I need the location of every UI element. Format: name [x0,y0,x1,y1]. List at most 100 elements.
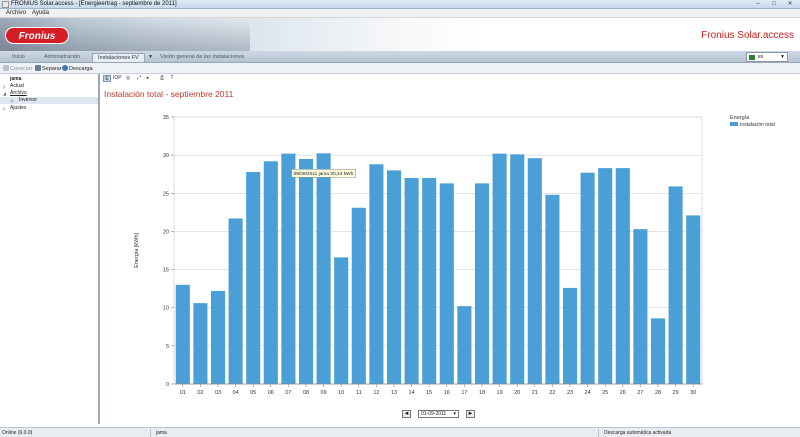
y-tick-label: 25 [163,191,169,197]
bar-05 [246,171,261,384]
minimize-button[interactable]: – [750,0,766,8]
chevron-down-icon: ▼ [452,411,457,416]
next-month-button[interactable]: ► [466,410,475,418]
bar-18 [474,183,490,384]
x-tick-label: 22 [549,390,555,396]
tab-vision-general[interactable]: Visión general de las instalaciones [160,53,244,62]
tab-instalaciones-fv[interactable]: Instalaciones FV [92,53,145,62]
bar-29 [668,186,683,384]
legend-label: Instalación total [740,122,775,128]
previous-month-button[interactable]: ◄ [402,410,411,418]
menu-bar: Archivo Ayuda [0,9,800,18]
bar-30 [686,215,701,384]
x-tick-label: 24 [585,390,591,396]
x-tick-label: 16 [444,390,450,396]
x-tick-label: 11 [356,390,362,396]
header-banner: Fronius Fronius Solar.access [0,18,800,51]
bar-01 [175,284,190,384]
bar-15 [422,178,437,384]
bar-09 [316,153,331,384]
x-tick-label: 25 [602,390,608,396]
tab-administracion[interactable]: Administración [44,53,80,62]
close-button[interactable]: ✕ [782,0,798,8]
x-tick-label: 07 [285,390,291,396]
expand-arrow-icon[interactable]: ▷ [3,105,6,112]
x-tick-label: 17 [461,390,467,396]
menu-ayuda[interactable]: Ayuda [32,10,49,16]
brand-title: Fronius Solar.access [701,30,794,41]
x-tick-label: 23 [567,390,573,396]
window-title: FRONIUS Solar.access - [Energieertrag - … [11,1,177,7]
language-select[interactable]: es ▼ [746,52,788,62]
x-tick-label: 06 [268,390,274,396]
toolbar: Conectar Separar Descarga [0,63,800,74]
bar-17 [457,306,472,384]
bar-20 [510,154,525,384]
x-tick-label: 15 [426,390,432,396]
legend-title: Energía [730,115,750,121]
status-system: jama [156,430,167,436]
tab-inicio[interactable]: Inicio [12,53,25,62]
y-tick-label: 30 [163,153,169,159]
bar-tooltip-text: 09/09/2011 jama 30,24 kWh [294,171,354,177]
maximize-button[interactable]: □ [766,0,782,8]
collapse-arrow-icon[interactable]: ◢ [3,90,6,97]
tab-dropdown-icon[interactable]: ▼ [148,54,153,60]
connect-button[interactable]: Conectar [3,65,32,72]
x-tick-label: 26 [620,390,626,396]
bar-26 [615,168,630,384]
energy-bar-chart: 05101520253035Energía [kWh]01 02 03 04 05 06 0… [134,115,775,396]
status-bar: Online (6.0.0) jama Descarga automática … [0,427,800,437]
separate-label: Separar [42,66,62,72]
flag-icon [749,55,755,60]
tree-item-inversor[interactable]: ▷ Inversor [0,97,98,104]
tree-item-label: Ajustes [10,105,27,111]
bar-02 [193,303,208,384]
x-tick-label: 02 [197,390,203,396]
tree-item-actual[interactable]: ▷ Actual [0,83,98,90]
download-label: Descarga [69,66,93,72]
tree-item-label: Archivo [10,90,27,96]
tree-item-label: jama [10,76,22,82]
bar-27 [633,229,648,384]
y-tick-label: 0 [166,382,169,388]
status-divider [598,429,599,437]
bar-08 [298,158,314,384]
x-tick-label: 20 [514,390,520,396]
tree-item-ajustes[interactable]: ▷ Ajustes [0,105,98,112]
expand-arrow-icon[interactable]: ▷ [3,83,6,90]
separate-button[interactable]: Separar [35,65,62,72]
x-tick-label: 12 [373,390,379,396]
bar-12 [369,164,384,384]
date-picker[interactable]: 01-09-2011 ▼ [418,410,459,418]
status-connection: Online (6.0.0) [2,430,33,436]
download-icon [62,65,68,71]
tree-item-jama[interactable]: jama [0,76,98,83]
bar-10 [334,257,349,384]
bar-07 [281,153,296,384]
x-tick-label: 01 [180,390,186,396]
y-axis-label: Energía [kWh] [134,233,140,268]
tree-item-archivo[interactable]: ◢ Archivo [0,90,98,97]
chevron-down-icon: ▼ [780,54,785,60]
language-code: es [758,54,764,60]
x-tick-label: 29 [673,390,679,396]
x-tick-label: 30 [690,390,696,396]
bar-14 [404,178,419,384]
bar-13 [386,170,402,384]
unplug-icon [35,65,41,71]
y-tick-label: 35 [163,115,169,121]
fronius-logo: Fronius [5,27,69,44]
expand-arrow-icon[interactable]: ▷ [11,97,14,104]
download-button[interactable]: Descarga [62,65,93,72]
y-tick-label: 15 [163,268,169,274]
app-icon [2,1,9,8]
x-tick-label: 14 [409,390,415,396]
title-bar: FRONIUS Solar.access - [Energieertrag - … [0,0,800,9]
sidebar-tree: jama ▷ Actual ◢ Archivo ▷ Inversor ▷ Aju… [0,74,100,424]
bar-28 [650,318,666,384]
plug-icon [3,65,9,71]
x-tick-label: 27 [637,390,643,396]
connect-label: Conectar [10,66,33,72]
menu-archivo[interactable]: Archivo [6,10,26,16]
